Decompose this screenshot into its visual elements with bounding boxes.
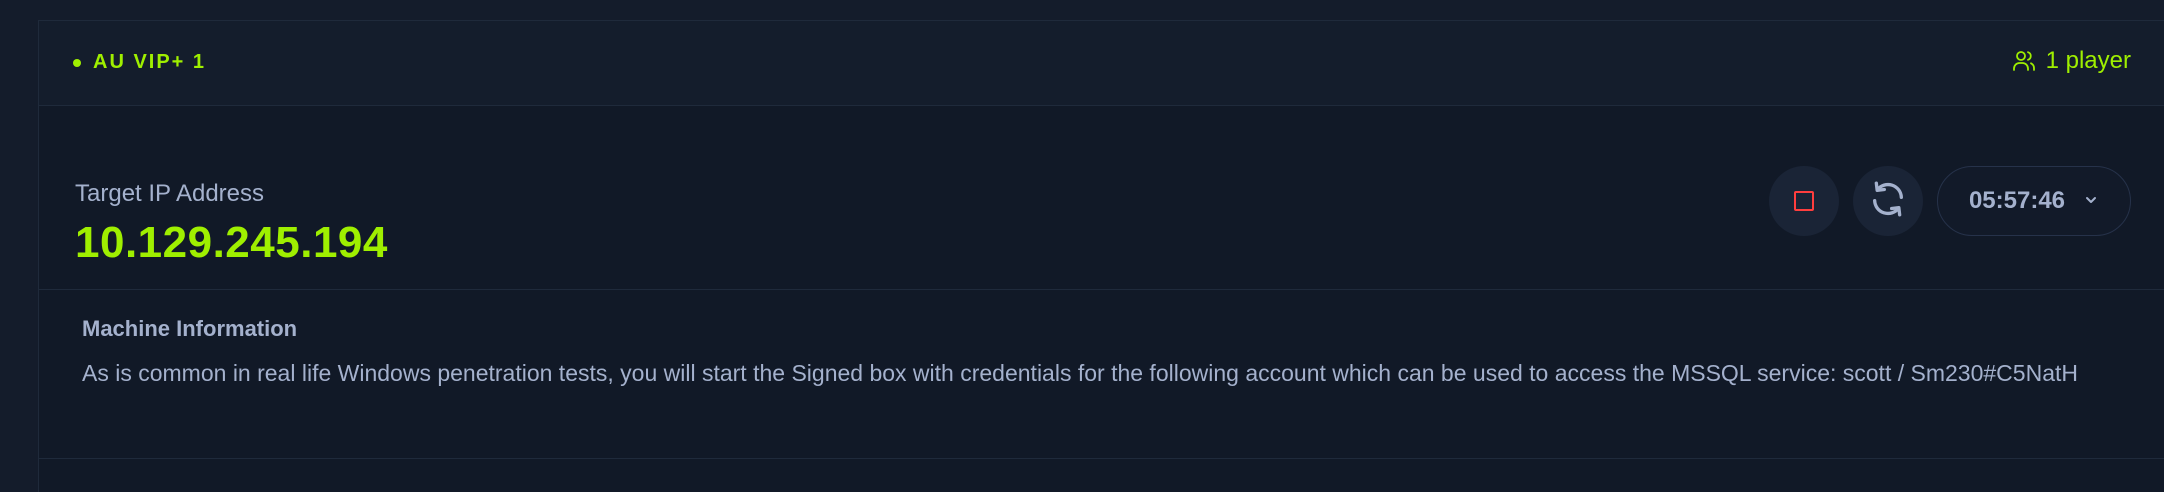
target-ip-value[interactable]: 10.129.245.194 xyxy=(75,218,388,268)
stop-icon xyxy=(1794,191,1814,211)
machine-card: AU VIP+ 1 1 player Target IP Address 10.… xyxy=(38,20,2164,492)
server-label: AU VIP+ 1 xyxy=(93,51,207,73)
left-gutter xyxy=(0,0,38,492)
status-dot-icon xyxy=(73,58,81,67)
card-header: AU VIP+ 1 1 player xyxy=(39,21,2164,106)
machine-info-section: Machine Information As is common in real… xyxy=(39,290,2164,459)
stop-machine-button[interactable] xyxy=(1769,166,1839,236)
target-section: Target IP Address 10.129.245.194 05:57:4… xyxy=(39,106,2164,290)
timer-value: 05:57:46 xyxy=(1968,187,2066,214)
page: AU VIP+ 1 1 player Target IP Address 10.… xyxy=(0,0,2164,492)
machine-info-title: Machine Information xyxy=(82,316,298,341)
target-ip-label: Target IP Address xyxy=(75,180,264,207)
machine-info-text: As is common in real life Windows penetr… xyxy=(82,360,2078,386)
player-count-label: 1 player xyxy=(2045,47,2131,74)
chevron-down-icon xyxy=(2083,187,2099,215)
machine-controls: 05:57:46 xyxy=(1769,166,2131,236)
player-count: 1 player xyxy=(2012,47,2131,75)
refresh-icon xyxy=(1868,179,1908,224)
server-indicator: AU VIP+ 1 xyxy=(73,51,206,74)
users-icon xyxy=(2012,49,2036,73)
extend-time-dropdown[interactable]: 05:57:46 xyxy=(1937,166,2131,236)
reset-machine-button[interactable] xyxy=(1853,166,1923,236)
